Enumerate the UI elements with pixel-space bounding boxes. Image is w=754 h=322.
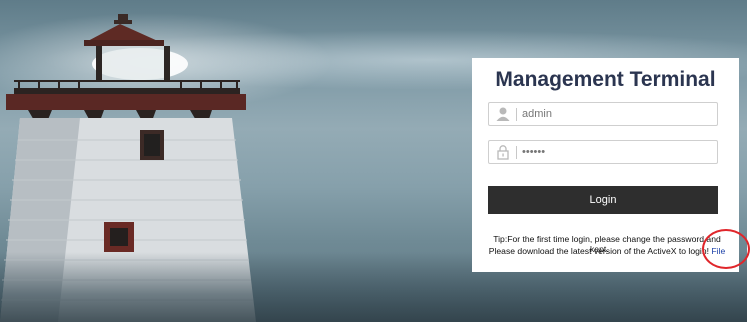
login-panel: Management Terminal Login Tip:For the fi… (472, 58, 739, 272)
lock-icon (497, 145, 509, 160)
username-field[interactable] (488, 102, 718, 126)
password-field[interactable] (488, 140, 718, 164)
user-icon (496, 107, 510, 121)
password-input[interactable] (522, 143, 712, 161)
username-input[interactable] (522, 105, 712, 123)
login-button[interactable]: Login (488, 186, 718, 214)
red-circle-annotation (702, 229, 750, 269)
tip-overlap-text: kept. (590, 244, 609, 254)
field-separator (516, 146, 517, 159)
page-title: Management Terminal (495, 68, 716, 91)
field-separator (516, 108, 517, 121)
